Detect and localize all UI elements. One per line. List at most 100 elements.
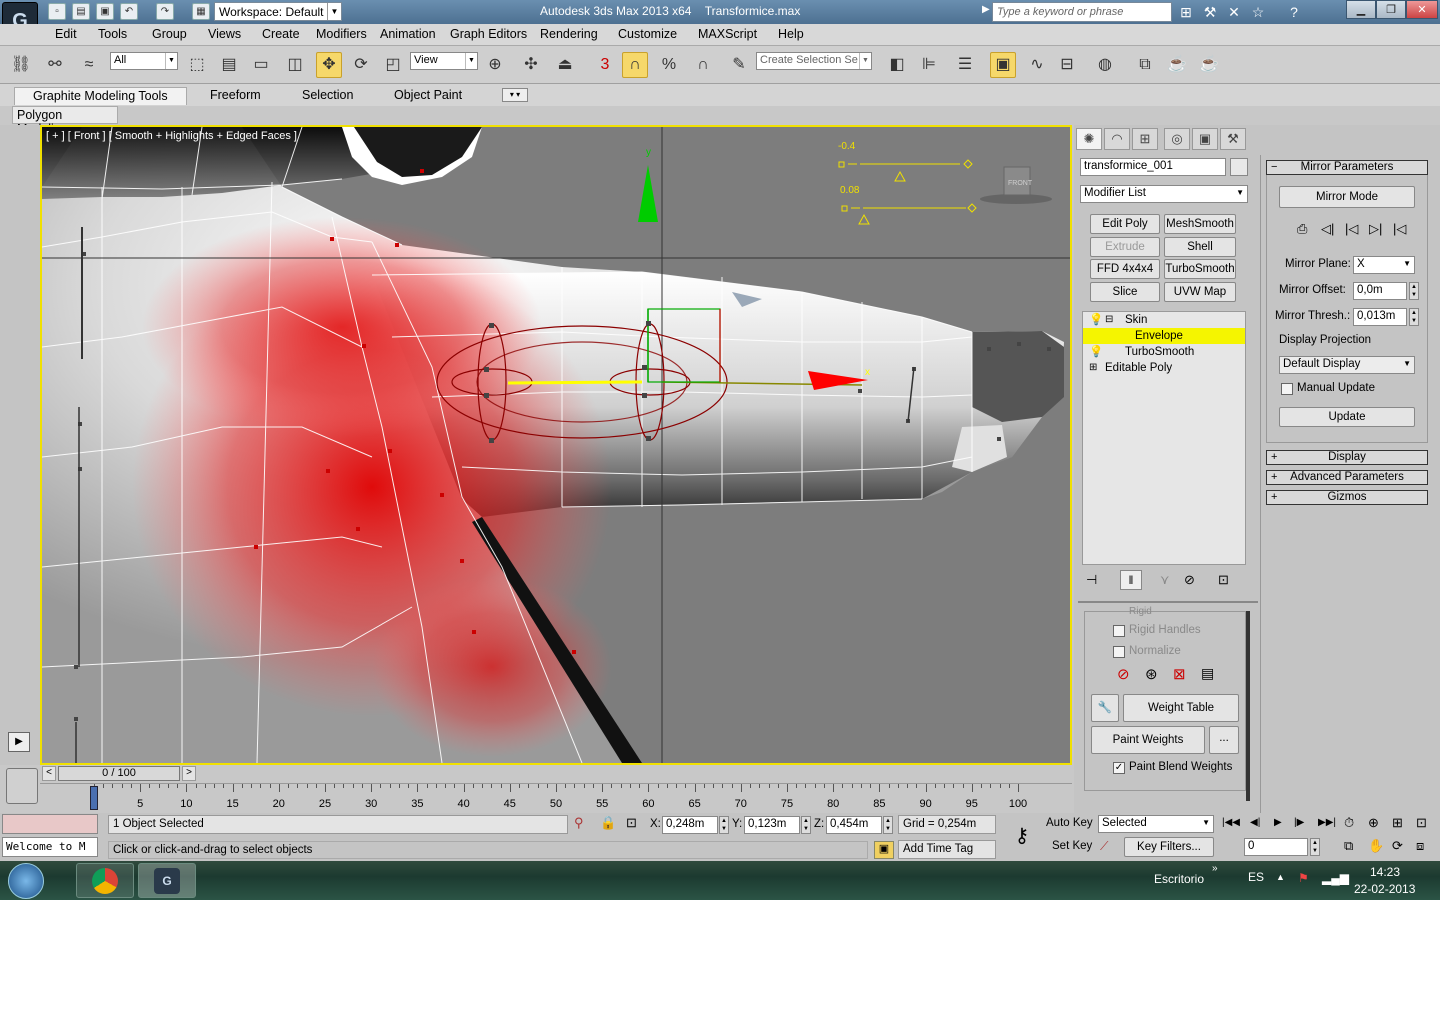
zoom-icon[interactable]: ⊕ <box>1368 815 1379 831</box>
advanced-parameters-rollout[interactable]: + Advanced Parameters <box>1266 470 1428 485</box>
layer-manager-icon[interactable]: ☰ <box>952 52 978 78</box>
object-name-field[interactable]: transformice_001 <box>1080 158 1226 176</box>
time-slider[interactable]: < 0 / 100 > <box>40 765 1072 783</box>
prev-frame-icon[interactable]: ◀| <box>1250 817 1260 828</box>
key-mode-select[interactable]: Selected ▼ <box>1098 815 1214 833</box>
new-file-icon[interactable]: ▫ <box>48 3 66 20</box>
z-coord-spinner[interactable]: ▲ ▼ <box>883 816 893 834</box>
menu-edit[interactable]: Edit <box>55 27 77 41</box>
action-center-icon[interactable]: ⚑ <box>1298 871 1309 885</box>
search-input[interactable]: Type a keyword or phrase <box>992 2 1172 22</box>
edit-named-sets-icon[interactable]: ✎ <box>726 52 752 78</box>
select-rotate-icon[interactable]: ⟳ <box>348 52 374 78</box>
start-button[interactable] <box>8 863 44 899</box>
mirror-icon[interactable]: ◧ <box>884 52 910 78</box>
collapse-icon[interactable]: ⊟ <box>1105 312 1113 328</box>
extrude-button[interactable]: Extrude <box>1090 237 1160 257</box>
network-icon[interactable]: ▂▄▆ <box>1322 871 1349 885</box>
key-icon[interactable]: ⚷ <box>1004 821 1040 855</box>
polygon-modeling-panel[interactable]: Polygon Modeling <box>12 106 118 136</box>
default-in-out-icon[interactable]: ⟋ <box>1100 839 1108 854</box>
paint-blend-weights-checkbox[interactable]: ✓ <box>1113 762 1125 774</box>
panel-scrollbar[interactable] <box>1246 611 1250 801</box>
time-cursor[interactable] <box>90 786 98 810</box>
set-key-button[interactable]: Set Key <box>1052 840 1092 852</box>
play-icon[interactable]: ▶ <box>1274 817 1282 828</box>
named-selection-select[interactable]: Create Selection Se ▼ <box>756 52 872 70</box>
paste-green-to-blue-bones-icon[interactable]: ◁| <box>1321 221 1334 237</box>
stack-item-envelope[interactable]: Envelope <box>1083 328 1245 344</box>
manipulate-icon[interactable]: ✣ <box>518 52 544 78</box>
menu-modifiers[interactable]: Modifiers <box>316 27 367 41</box>
angle-snap-icon[interactable]: ∩ <box>622 52 648 78</box>
tab-graphite-modeling-tools[interactable]: Graphite Modeling Tools <box>14 87 187 105</box>
spinner-snap-icon[interactable]: ∩ <box>690 52 716 78</box>
help-icon[interactable]: ? <box>1284 3 1304 21</box>
absolute-mode-icon[interactable]: ⊡ <box>626 815 637 831</box>
object-color-swatch[interactable] <box>1230 158 1248 176</box>
select-scale-icon[interactable]: ◰ <box>380 52 406 78</box>
menu-create[interactable]: Create <box>262 27 300 41</box>
ref-coord-select[interactable]: View ▼ <box>410 52 478 70</box>
maximize-viewport-icon[interactable]: ⧈ <box>1416 838 1424 854</box>
menu-help[interactable]: Help <box>778 27 804 41</box>
menu-rendering[interactable]: Rendering <box>540 27 598 41</box>
pivot-center-icon[interactable]: ⊕ <box>482 52 508 78</box>
selection-filter-select[interactable]: All ▼ <box>110 52 178 70</box>
x-coord-spinner[interactable]: ▲ ▼ <box>719 816 729 834</box>
wrench-icon[interactable]: 🔧 <box>1091 694 1119 722</box>
manual-update-checkbox[interactable] <box>1281 383 1293 395</box>
schematic-view-icon[interactable]: ⊟ <box>1054 52 1080 78</box>
gizmos-rollout[interactable]: + Gizmos <box>1266 490 1428 505</box>
slice-button[interactable]: Slice <box>1090 282 1160 302</box>
make-unique-icon[interactable]: ⋎ <box>1160 572 1170 588</box>
modify-panel-icon[interactable]: ◠ <box>1104 128 1130 150</box>
time-tag-icon[interactable]: ▣ <box>874 841 894 859</box>
language-indicator[interactable]: ES <box>1248 870 1264 884</box>
workspace-select[interactable]: Workspace: Default ▼ <box>214 2 342 21</box>
curve-editor-icon[interactable]: ∿ <box>1024 52 1050 78</box>
unlink-icon[interactable]: ⚯ <box>42 52 68 78</box>
show-end-result-icon[interactable]: ‖ <box>1120 570 1142 590</box>
mirror-offset-field[interactable]: 0,0m <box>1353 282 1407 300</box>
track-bar[interactable]: 0510152025303540455055606570758085909510… <box>40 783 1072 813</box>
close-button[interactable]: ✕ <box>1406 0 1438 19</box>
zoom-extents-icon[interactable]: ⊡ <box>1416 815 1427 831</box>
material-editor-icon[interactable]: ◍ <box>1092 52 1118 78</box>
orbit-icon[interactable]: ⟳ <box>1392 838 1403 854</box>
snap-toggle-icon[interactable]: 3 <box>592 52 618 78</box>
link-icon[interactable]: ⛓ <box>8 52 34 78</box>
align-icon[interactable]: ⊫ <box>916 52 942 78</box>
rigid-handles-checkbox[interactable] <box>1113 625 1125 637</box>
paste-blue-to-green-bones-icon[interactable]: |◁ <box>1345 221 1358 237</box>
3dsmax-task[interactable]: G <box>138 863 196 898</box>
maximize-button[interactable]: ❐ <box>1376 0 1406 19</box>
zoom-all-icon[interactable]: ⊞ <box>1392 815 1403 831</box>
clock-date[interactable]: 22-02-2013 <box>1354 882 1415 896</box>
lightbulb-icon[interactable]: 💡 <box>1089 344 1103 360</box>
select-object-icon[interactable]: ⬚ <box>184 52 210 78</box>
tab-selection[interactable]: Selection <box>284 87 371 105</box>
isolate-selection-icon[interactable]: ⚲ <box>574 815 584 831</box>
maxscript-listener-top[interactable] <box>2 814 98 834</box>
time-slider-thumb[interactable]: 0 / 100 <box>58 766 180 781</box>
subscription-icon[interactable]: ⚒ <box>1200 3 1220 21</box>
tray-arrow-icon[interactable]: ▲ <box>1276 872 1285 882</box>
render-setup-icon[interactable]: ⧉ <box>1132 52 1158 78</box>
paint-options-button[interactable]: ... <box>1209 726 1239 754</box>
ffd-button[interactable]: FFD 4x4x4 <box>1090 259 1160 279</box>
key-filters-button[interactable]: Key Filters... <box>1124 837 1214 857</box>
time-prev-icon[interactable]: < <box>42 766 56 781</box>
normalize-checkbox[interactable] <box>1113 646 1125 658</box>
select-move-icon[interactable]: ✥ <box>316 52 342 78</box>
time-next-icon[interactable]: > <box>182 766 196 781</box>
paint-weights-button[interactable]: Paint Weights <box>1091 726 1205 754</box>
graphite-toggle-icon[interactable]: ▣ <box>990 52 1016 78</box>
stack-item-turbosmooth[interactable]: 💡 TurboSmooth <box>1083 344 1245 360</box>
exclude-verts-icon[interactable]: ⊘ <box>1117 665 1130 683</box>
auto-key-button[interactable]: Auto Key <box>1046 817 1093 829</box>
paste-green-to-blue-verts-icon[interactable]: ▷| <box>1369 221 1382 237</box>
meshsmooth-button[interactable]: MeshSmooth <box>1164 214 1236 234</box>
next-frame-icon[interactable]: |▶ <box>1294 817 1304 828</box>
y-coord-spinner[interactable]: ▲ ▼ <box>801 816 811 834</box>
